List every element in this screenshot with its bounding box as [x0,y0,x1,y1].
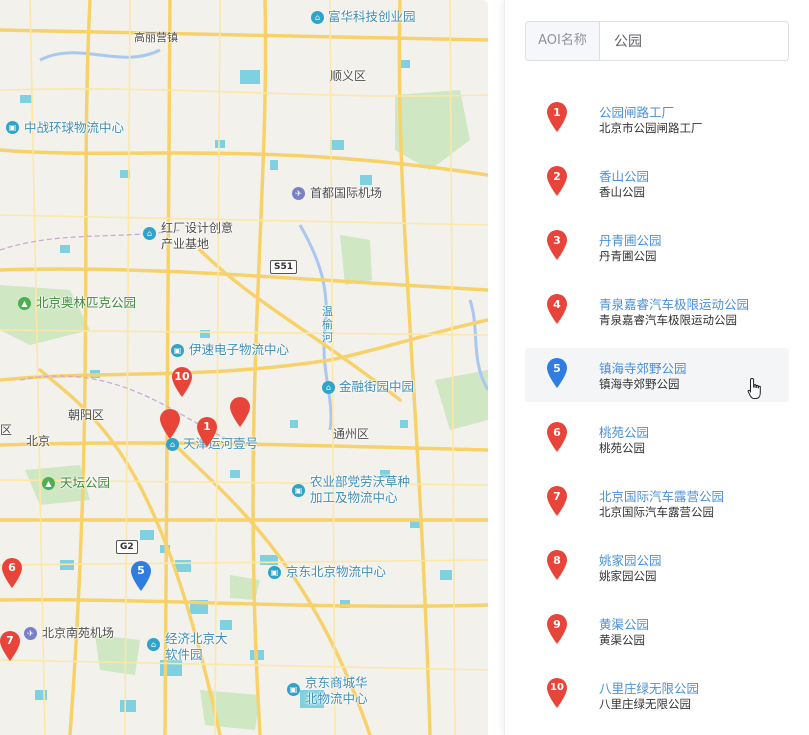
map-marker-1[interactable]: 1 [195,416,219,448]
result-address: 姚家园公园 [599,569,657,583]
park-icon: ▲ [18,297,31,310]
map-label-jinrongjie: 金融街园中园 [339,379,415,394]
map-label-jingdong-wuliu: 京东北京物流中心 [286,564,387,579]
result-marker-icon: 5 [545,357,569,389]
poi-icon: ⌂ [147,638,160,651]
result-title[interactable]: 姚家园公园 [599,550,662,569]
result-marker-icon: 1 [545,101,569,133]
poi-icon: ⌂ [322,381,335,394]
result-title[interactable]: 北京国际汽车露营公园 [599,486,724,505]
result-title[interactable]: 香山公园 [599,166,649,185]
result-address: 香山公园 [599,185,645,199]
map-label-jingkai: 经济北京大软件园 [165,631,228,662]
airport-icon: ✈ [24,627,37,640]
result-item-10[interactable]: 10 八里庄绿无限公园 八里庄绿无限公园 [525,668,789,722]
map-label-beijing: 北京 [26,434,51,448]
result-item-8[interactable]: 8 姚家园公园 姚家园公园 [525,540,789,594]
result-title[interactable]: 桃苑公园 [599,422,649,441]
map-label-fuhua: 富华科技创业园 [328,9,416,24]
result-item-4[interactable]: 4 青泉嘉睿汽车极限运动公园 青泉嘉睿汽车极限运动公园 [525,284,789,338]
search-panel: AOI名称 1 公园闸路工厂 北京市公园闸路工厂 2 香山公园 香山公园 [504,0,809,735]
map-marker-8[interactable]: 10 [170,366,194,398]
map-label-tongzhou: 通州区 [333,427,370,441]
airport-icon: ✈ [292,187,305,200]
map-marker-7[interactable]: 7 [0,630,22,662]
map-marker-10[interactable] [158,408,182,440]
result-marker-icon: 9 [545,613,569,645]
map-label-aolinpike: 北京奥林匹克公园 [36,295,137,310]
map-label-shunyi: 顺义区 [330,69,367,83]
map-label-qu: 区 [0,423,13,437]
map-label-chaoyang: 朝阳区 [68,408,105,422]
map-label-tiantan: 天坛公园 [60,475,111,490]
result-item-3[interactable]: 3 丹青圃公园 丹青圃公园 [525,220,789,274]
highway-shield-g2: G2 [116,540,138,554]
result-title[interactable]: 黄渠公园 [599,614,649,633]
result-address: 北京国际汽车露营公园 [599,505,714,519]
truck-icon: ▣ [171,344,184,357]
result-item-1[interactable]: 1 公园闸路工厂 北京市公园闸路工厂 [525,92,789,146]
result-item-9[interactable]: 9 黄渠公园 黄渠公园 [525,604,789,658]
map-view[interactable]: ⌂ 富华科技创业园 高丽营镇 顺义区 ▣ 中战环球物流中心 ✈ 首都国际机场 ⌂… [0,0,488,735]
result-title[interactable]: 镇海寺郊野公园 [599,358,687,377]
map-label-nanyuan: 北京南苑机场 [42,626,115,640]
map-label-airport: 首都国际机场 [310,186,383,200]
map-marker-6[interactable]: 6 [0,557,24,589]
result-address: 黄渠公园 [599,633,645,647]
result-marker-icon: 4 [545,293,569,325]
map-label-wenyu: 温榆河 [322,305,333,344]
aoi-search-box: AOI名称 [525,21,789,61]
result-marker-icon: 7 [545,485,569,517]
result-address: 八里庄绿无限公园 [599,697,691,711]
result-address: 北京市公园闸路工厂 [599,121,703,135]
result-address: 桃苑公园 [599,441,645,455]
map-label-yisu: 伊速电子物流中心 [189,342,290,357]
result-address: 丹青圃公园 [599,249,657,263]
result-marker-icon: 10 [545,677,569,709]
map-base-layer [0,0,488,735]
result-address: 镇海寺郊野公园 [599,377,680,391]
result-marker-icon: 8 [545,549,569,581]
hand-cursor-icon [747,377,761,399]
map-marker-5[interactable]: 5 [129,560,153,592]
result-title[interactable]: 丹青圃公园 [599,230,662,249]
map-label-zhongzhan: 中战环球物流中心 [24,120,125,135]
map-label-gaoliying: 高丽营镇 [134,31,178,44]
map-marker-9[interactable] [228,396,252,428]
result-marker-icon: 2 [545,165,569,197]
result-title[interactable]: 八里庄绿无限公园 [599,678,699,697]
result-title[interactable]: 青泉嘉睿汽车极限运动公园 [599,294,749,313]
result-item-7[interactable]: 7 北京国际汽车露营公园 北京国际汽车露营公园 [525,476,789,530]
map-label-jingdong-shangcheng: 京东商城华北物流中心 [305,675,368,706]
highway-shield-s51: S51 [270,260,298,274]
result-item-2[interactable]: 2 香山公园 香山公园 [525,156,789,210]
aoi-search-input[interactable] [600,22,788,60]
app-root: ⌂ 富华科技创业园 高丽营镇 顺义区 ▣ 中战环球物流中心 ✈ 首都国际机场 ⌂… [0,0,809,735]
truck-icon: ▣ [292,484,305,497]
map-label-hongchang: 红厂设计创意产业基地 [161,221,234,251]
park-icon: ▲ [42,477,55,490]
result-list: 1 公园闸路工厂 北京市公园闸路工厂 2 香山公园 香山公园 3 丹青圃公园 丹… [525,92,789,732]
truck-icon: ▣ [6,121,19,134]
result-title[interactable]: 公园闸路工厂 [599,102,674,121]
poi-icon: ⌂ [311,11,324,24]
result-marker-icon: 3 [545,229,569,261]
map-label-nongye: 农业部党劳沃草种加工及物流中心 [310,474,411,505]
result-address: 青泉嘉睿汽车极限运动公园 [599,313,737,327]
result-marker-icon: 6 [545,421,569,453]
result-item-5[interactable]: 5 镇海寺郊野公园 镇海寺郊野公园 [525,348,789,402]
truck-icon: ▣ [268,566,281,579]
poi-icon: ⌂ [143,227,156,240]
result-item-6[interactable]: 6 桃苑公园 桃苑公园 [525,412,789,466]
truck-icon: ▣ [287,683,300,696]
aoi-name-prefix: AOI名称 [526,22,600,60]
